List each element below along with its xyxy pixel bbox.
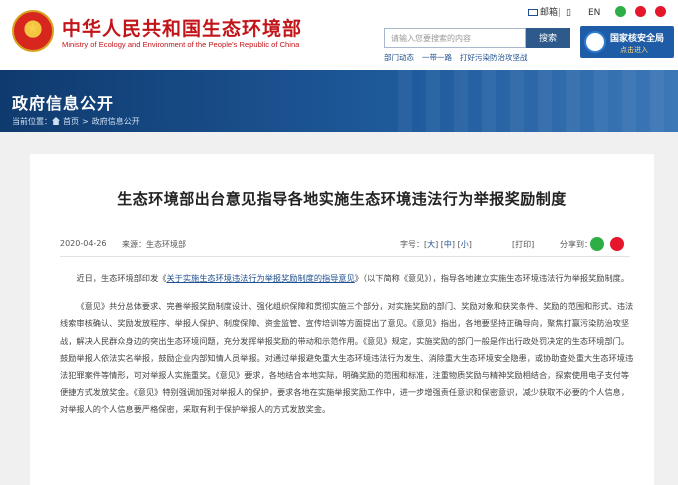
top-links: 邮箱 | ▯ EN: [528, 6, 673, 22]
mobile-icon[interactable]: ▯: [566, 6, 571, 20]
weibo-icon[interactable]: [635, 6, 646, 17]
article-paragraph: 《意见》共分总体要求、完善举报奖励制度设计、强化组织保障和贯彻实施三个部分，对实…: [60, 301, 634, 415]
separator: |: [558, 8, 562, 18]
national-emblem-icon[interactable]: [12, 10, 54, 52]
mail-icon: [528, 9, 538, 16]
font-size-large[interactable]: 大: [427, 240, 435, 249]
section-banner: 政府信息公开 当前位置： 首页 > 政府信息公开: [0, 70, 678, 132]
font-size-control: 字号：[大] [中] [小]: [400, 240, 472, 249]
quick-link-dept-news[interactable]: 部门动态: [384, 53, 414, 62]
search-button[interactable]: 搜索: [526, 28, 570, 48]
search-input[interactable]: 请输入您要搜索的内容: [384, 28, 526, 48]
article-source: 来源：生态环境部: [122, 240, 186, 249]
wechat-icon[interactable]: [615, 6, 626, 17]
article-title: 生态环境部出台意见指导各地实施生态环境违法行为举报奖励制度: [117, 190, 567, 208]
font-size-medium[interactable]: 中: [444, 240, 452, 249]
mail-link[interactable]: 邮箱: [528, 6, 558, 20]
lang-en-link[interactable]: EN: [588, 6, 600, 20]
breadcrumb-label: 当前位置：: [12, 117, 52, 126]
breadcrumb: 当前位置： 首页 > 政府信息公开: [12, 117, 140, 126]
breadcrumb-gov-info[interactable]: 政府信息公开: [92, 117, 140, 126]
article-paragraph: 近日，生态环境部印发《关于实施生态环境违法行为举报奖励制度的指导意见》（以下简称…: [76, 273, 630, 283]
site-title-en[interactable]: Ministry of Ecology and Environment of t…: [62, 40, 299, 49]
article-meta: 2020-04-26 来源：生态环境部 字号：[大] [中] [小] [打印] …: [60, 236, 630, 254]
weibo-alt-icon[interactable]: [655, 6, 666, 17]
site-title-cn[interactable]: 中华人民共和国生态环境部: [62, 14, 302, 41]
section-title: 政府信息公开: [12, 94, 115, 113]
nnsa-logo-icon: [584, 31, 606, 53]
publish-date: 2020-04-26: [60, 239, 107, 248]
article: 生态环境部出台意见指导各地实施生态环境违法行为举报奖励制度 2020-04-26…: [30, 154, 654, 485]
breadcrumb-home[interactable]: 首页: [63, 117, 79, 126]
quick-link-pollution[interactable]: 打好污染防治攻坚战: [460, 53, 528, 62]
share-weibo-icon[interactable]: [610, 237, 624, 251]
nnsa-title: 国家核安全局: [610, 34, 665, 44]
home-icon: [52, 117, 60, 125]
quick-links: 部门动态 一带一路 打好污染防治攻坚战: [384, 52, 536, 63]
share-label: 分享到：: [560, 240, 592, 249]
article-body: 近日，生态环境部印发《关于实施生态环境违法行为举报奖励制度的指导意见》（以下简称…: [60, 270, 634, 430]
quick-link-belt-road[interactable]: 一带一路: [422, 53, 452, 62]
site-header: 中华人民共和国生态环境部 Ministry of Ecology and Env…: [0, 0, 678, 70]
nnsa-enter: 点击进入: [620, 46, 648, 54]
print-button[interactable]: [打印]: [512, 239, 534, 250]
guideline-link[interactable]: 关于实施生态环境违法行为举报奖励制度的指导意见: [166, 273, 354, 283]
meta-divider: [60, 256, 630, 257]
font-size-small[interactable]: 小: [461, 240, 469, 249]
share-wechat-icon[interactable]: [590, 237, 604, 251]
nnsa-banner-button[interactable]: 国家核安全局 点击进入: [580, 26, 674, 58]
